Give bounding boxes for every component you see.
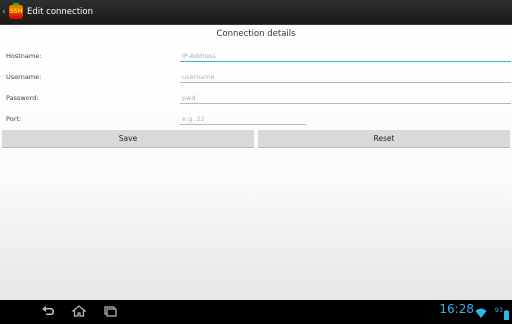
reset-button[interactable]: Reset	[258, 130, 510, 147]
up-caret-icon[interactable]: ‹	[2, 7, 8, 17]
section-title: Connection details	[216, 29, 296, 39]
hostname-label: Hostname:	[6, 52, 42, 60]
back-icon[interactable]	[38, 303, 58, 317]
username-label: Username:	[6, 73, 42, 81]
save-button[interactable]: Save	[2, 130, 254, 147]
password-input[interactable]	[180, 92, 511, 104]
ssh-app-icon[interactable]: SSH	[9, 3, 23, 19]
hostname-input[interactable]	[180, 50, 511, 62]
battery-level: 93	[494, 306, 503, 314]
action-bar: ‹ SSH Edit connection	[0, 0, 512, 25]
navigation-bar: 16:28 93	[0, 300, 512, 320]
leaf-decoration	[13, 3, 19, 6]
recent-apps-icon[interactable]	[100, 303, 120, 317]
port-input[interactable]	[180, 113, 306, 125]
home-icon[interactable]	[69, 303, 89, 317]
connection-form: Connection details Hostname: Username: P…	[0, 25, 512, 300]
app-icon-text: SSH	[9, 8, 23, 15]
wifi-icon	[475, 304, 487, 318]
username-input[interactable]	[180, 71, 511, 83]
password-label: Password:	[6, 94, 39, 102]
battery-icon	[504, 305, 509, 320]
clock-time: 16:28	[439, 302, 474, 316]
port-label: Port:	[6, 115, 22, 123]
page-title: Edit connection	[27, 7, 93, 17]
